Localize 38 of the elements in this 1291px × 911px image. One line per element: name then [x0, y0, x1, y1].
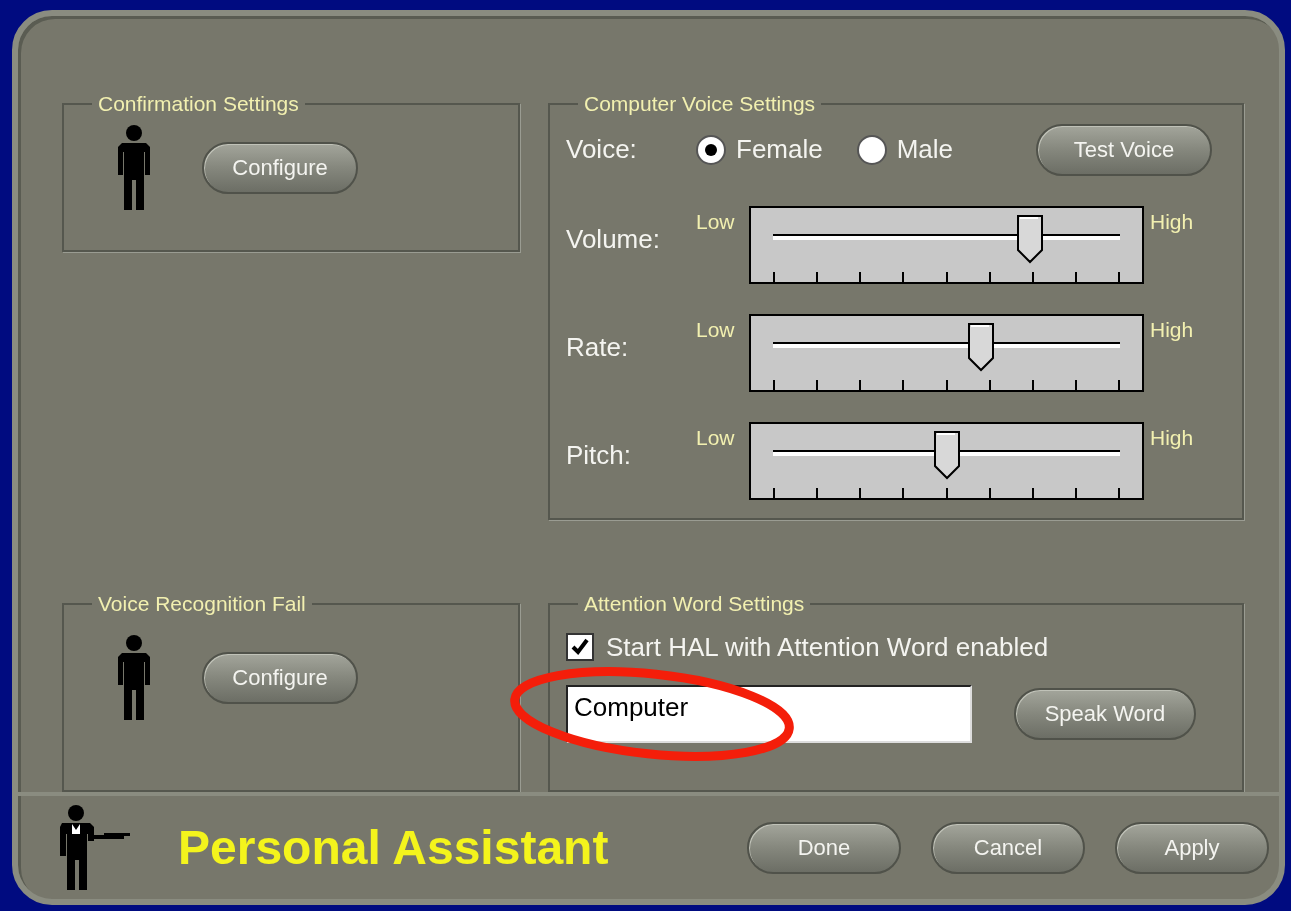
slider-thumb[interactable] — [1015, 213, 1044, 264]
slider-track[interactable] — [749, 421, 1144, 500]
slider-label: Rate: — [566, 330, 630, 364]
group-title: Voice Recognition Fail — [97, 591, 307, 617]
person-icon — [116, 633, 152, 722]
high-label: High — [1150, 424, 1194, 451]
footer-button[interactable]: Cancel — [931, 821, 1085, 874]
checkbox-label: Start HAL with Attention Word enabled — [606, 630, 1049, 664]
group-title: Confirmation Settings — [97, 91, 300, 117]
slider-label: Pitch: — [566, 438, 633, 472]
slider-track[interactable] — [749, 205, 1144, 284]
radio-label: Male — [896, 133, 954, 166]
low-label: Low — [696, 208, 736, 235]
footer-button[interactable]: Done — [747, 821, 901, 874]
voice-label: Voice: — [566, 133, 638, 166]
high-label: High — [1150, 208, 1194, 235]
slider-track[interactable] — [749, 313, 1144, 392]
person-icon — [116, 123, 152, 212]
group-title: Attention Word Settings — [583, 591, 806, 617]
low-label: Low — [696, 424, 736, 451]
slider-thumb[interactable] — [932, 429, 961, 480]
configure-button[interactable]: Configure — [202, 651, 358, 704]
footer-button[interactable]: Apply — [1115, 821, 1269, 874]
app-title: Personal Assistant — [178, 819, 609, 876]
checkbox[interactable] — [566, 633, 594, 661]
radio-label: Female — [736, 133, 823, 166]
slider-label: Volume: — [566, 222, 661, 256]
speak-word-button[interactable]: Speak Word — [1014, 687, 1196, 740]
group-title: Computer Voice Settings — [583, 91, 817, 117]
slider-thumb[interactable] — [967, 321, 996, 372]
radio-button[interactable] — [856, 134, 887, 165]
attention-word-field[interactable]: Computer — [566, 684, 972, 743]
low-label: Low — [696, 316, 736, 343]
radio-button[interactable] — [696, 134, 726, 165]
high-label: High — [1150, 316, 1194, 343]
configure-button[interactable]: Configure — [202, 141, 358, 194]
checkmark-icon — [570, 637, 590, 657]
test-voice-button[interactable]: Test Voice — [1036, 123, 1212, 176]
